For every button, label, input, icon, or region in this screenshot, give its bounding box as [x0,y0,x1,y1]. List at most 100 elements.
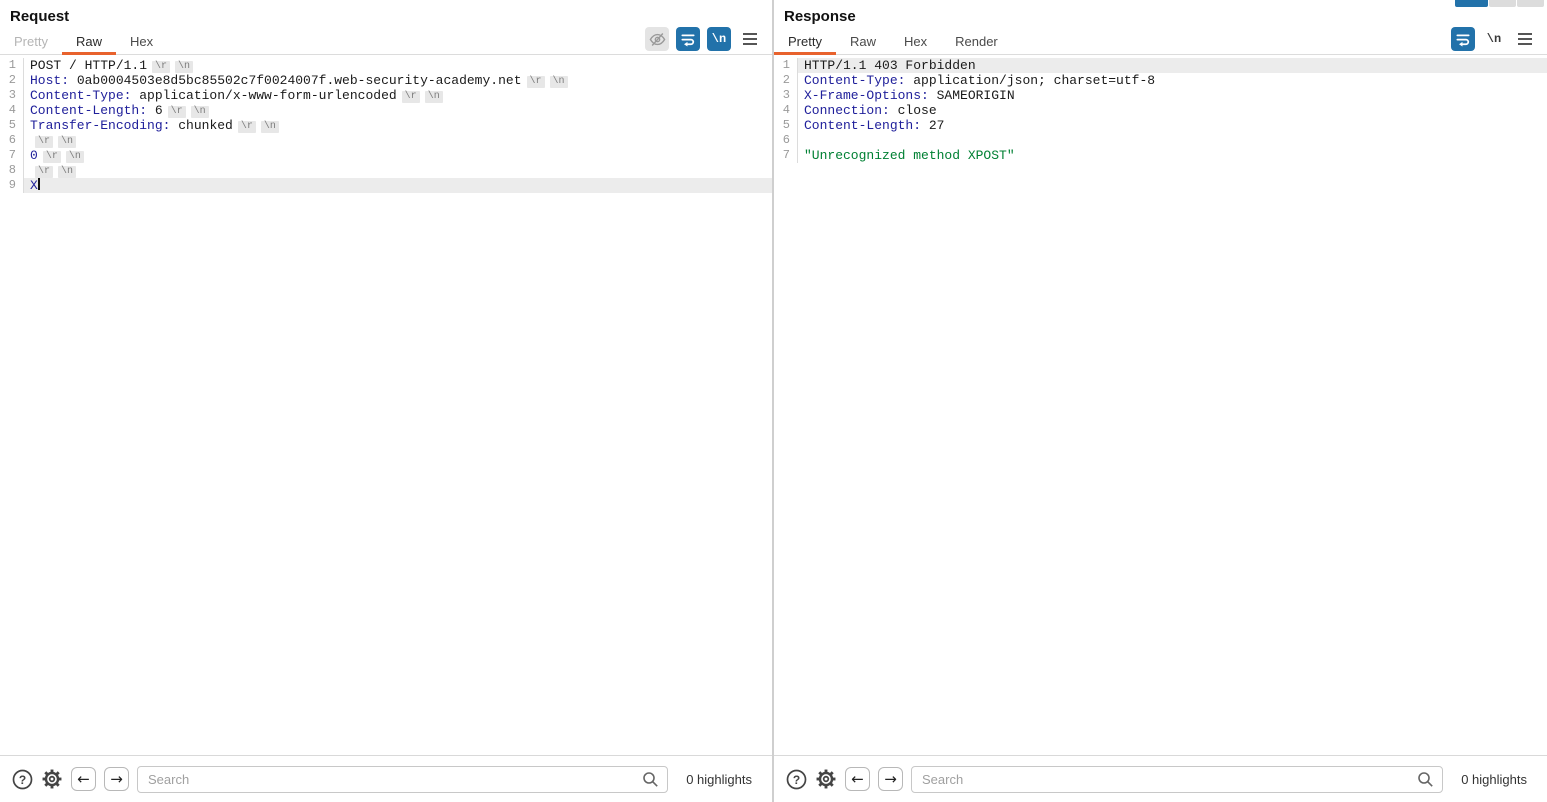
next-match-button[interactable]: → [878,767,903,791]
line-number: 9 [0,178,24,193]
help-icon[interactable]: ? [786,769,807,790]
request-line-2-content[interactable]: Host: 0ab0004503e8d5bc85502c7f0024007f.w… [24,73,772,88]
request-line: 7 0 \r \n [0,148,772,163]
string-value: "Unrecognized method XPOST" [804,148,1015,163]
nonprintable-label: \n [1486,32,1502,46]
response-tab-render[interactable]: Render [941,28,1012,54]
request-line: 9X [0,178,772,193]
response-line: 4 Connection: close [774,103,1547,118]
previous-match-button[interactable]: ← [71,767,96,791]
lf-marker: \n [65,151,84,163]
menu-icon[interactable] [1513,27,1537,51]
line-number: 4 [774,103,798,118]
response-tab-raw[interactable]: Raw [836,28,890,54]
request-editor[interactable]: 1 POST / HTTP/1.1 \r \n 2 Host: 0ab0004503e8d… [0,56,772,755]
search-input[interactable] [911,765,1444,793]
lf-marker: \n [549,76,568,88]
line-number: 6 [774,133,798,148]
nonprintable-toggle[interactable]: \n [1482,27,1506,51]
request-line: 6 \r \n [0,133,772,148]
header-name: X [30,178,38,193]
lf-marker: \n [58,136,77,148]
line-number: 1 [0,58,24,73]
response-line-4-content: Connection: close [798,103,1547,118]
response-line-5-content: Content-Length: 27 [798,118,1547,133]
response-panel: Response Pretty Raw Hex Render \n 1 HTTP/1.1… [774,0,1547,802]
request-line: 4 Content-Length: 6 \r \n [0,103,772,118]
header-name: Content-Type: [30,88,132,103]
settings-icon[interactable] [41,768,63,790]
response-toolbar: \n [1451,27,1537,51]
search-input[interactable] [137,765,669,793]
request-line-6-content[interactable]: \r \n [24,133,772,148]
lf-marker: \n [190,106,209,118]
repeater-workspace: Request Pretty Raw Hex \n 1 POST / HTTP/1.1… [0,0,1547,802]
cr-marker: \r [401,91,420,103]
text-cursor [37,178,40,190]
wrap-lines-icon[interactable] [1451,27,1475,51]
line-number: 3 [774,88,798,103]
request-tab-raw[interactable]: Raw [61,28,116,55]
response-tab-hex[interactable]: Hex [890,28,941,54]
response-title: Response [784,8,856,25]
request-line-8-content[interactable]: \r \n [24,163,772,178]
plain-text: HTTP/1.1 403 Forbidden [804,58,976,73]
line-number: 5 [774,118,798,133]
request-line: 5 Transfer-Encoding: chunked \r \n [0,118,772,133]
response-line: 5 Content-Length: 27 [774,118,1547,133]
lf-marker: \n [175,61,194,73]
request-line-1-content[interactable]: POST / HTTP/1.1 \r \n [24,58,772,73]
top-fragment-segment-3[interactable] [1517,0,1544,7]
response-editor: 1 HTTP/1.1 403 Forbidden 2 Content-Type: ap… [774,56,1547,755]
line-number: 2 [774,73,798,88]
svg-text:?: ? [19,772,26,786]
cr-marker: \r [152,61,171,73]
request-line-9-content[interactable]: X [24,178,772,193]
request-line-5-content[interactable]: Transfer-Encoding: chunked \r \n [24,118,772,133]
search-icon[interactable] [1417,771,1434,793]
request-line-3-content[interactable]: Content-Type: application/x-www-form-url… [24,88,772,103]
lf-marker: \n [260,121,279,133]
plain-text: POST / HTTP/1.1 [30,58,148,73]
line-number: 2 [0,73,24,88]
request-tab-pretty[interactable]: Pretty [0,28,62,54]
cr-marker: \r [237,121,256,133]
nonprintable-label: \n [711,32,727,46]
visibility-off-icon[interactable] [645,27,669,51]
search-field-wrap [911,765,1444,793]
menu-icon[interactable] [738,27,762,51]
request-findbar: ? ← → 0 highlights [0,755,772,802]
nonprintable-toggle[interactable]: \n [707,27,731,51]
header-name: Host: [30,73,70,88]
cr-marker: \r [35,166,54,178]
plain-text: SAMEORIGIN [928,88,1015,103]
line-number: 7 [0,148,24,163]
response-line-3-content: X-Frame-Options: SAMEORIGIN [798,88,1547,103]
search-icon[interactable] [642,771,659,793]
settings-icon[interactable] [815,768,837,790]
wrap-lines-icon[interactable] [676,27,700,51]
plain-text: 6 [147,103,163,118]
next-match-button[interactable]: → [104,767,129,791]
lf-marker: \n [58,166,77,178]
request-line-4-content[interactable]: Content-Length: 6 \r \n [24,103,772,118]
top-right-fragment[interactable] [1455,0,1544,7]
line-number: 7 [774,148,798,163]
response-tab-pretty[interactable]: Pretty [774,28,836,55]
plain-text: close [889,103,937,118]
response-line-6-content [798,133,1547,148]
line-number: 3 [0,88,24,103]
cr-marker: \r [526,76,545,88]
request-toolbar: \n [645,27,762,51]
header-name: Transfer-Encoding: [30,118,171,133]
request-header: Request Pretty Raw Hex \n [0,0,772,56]
top-fragment-segment-2[interactable] [1489,0,1516,7]
request-line-7-content[interactable]: 0 \r \n [24,148,772,163]
line-number: 8 [0,163,24,178]
highlights-count: 0 highlights [1461,771,1527,787]
request-tab-hex[interactable]: Hex [116,28,167,54]
previous-match-button[interactable]: ← [845,767,870,791]
plain-text: chunked [170,118,233,133]
help-icon[interactable]: ? [12,769,33,790]
top-fragment-segment-1[interactable] [1455,0,1488,7]
